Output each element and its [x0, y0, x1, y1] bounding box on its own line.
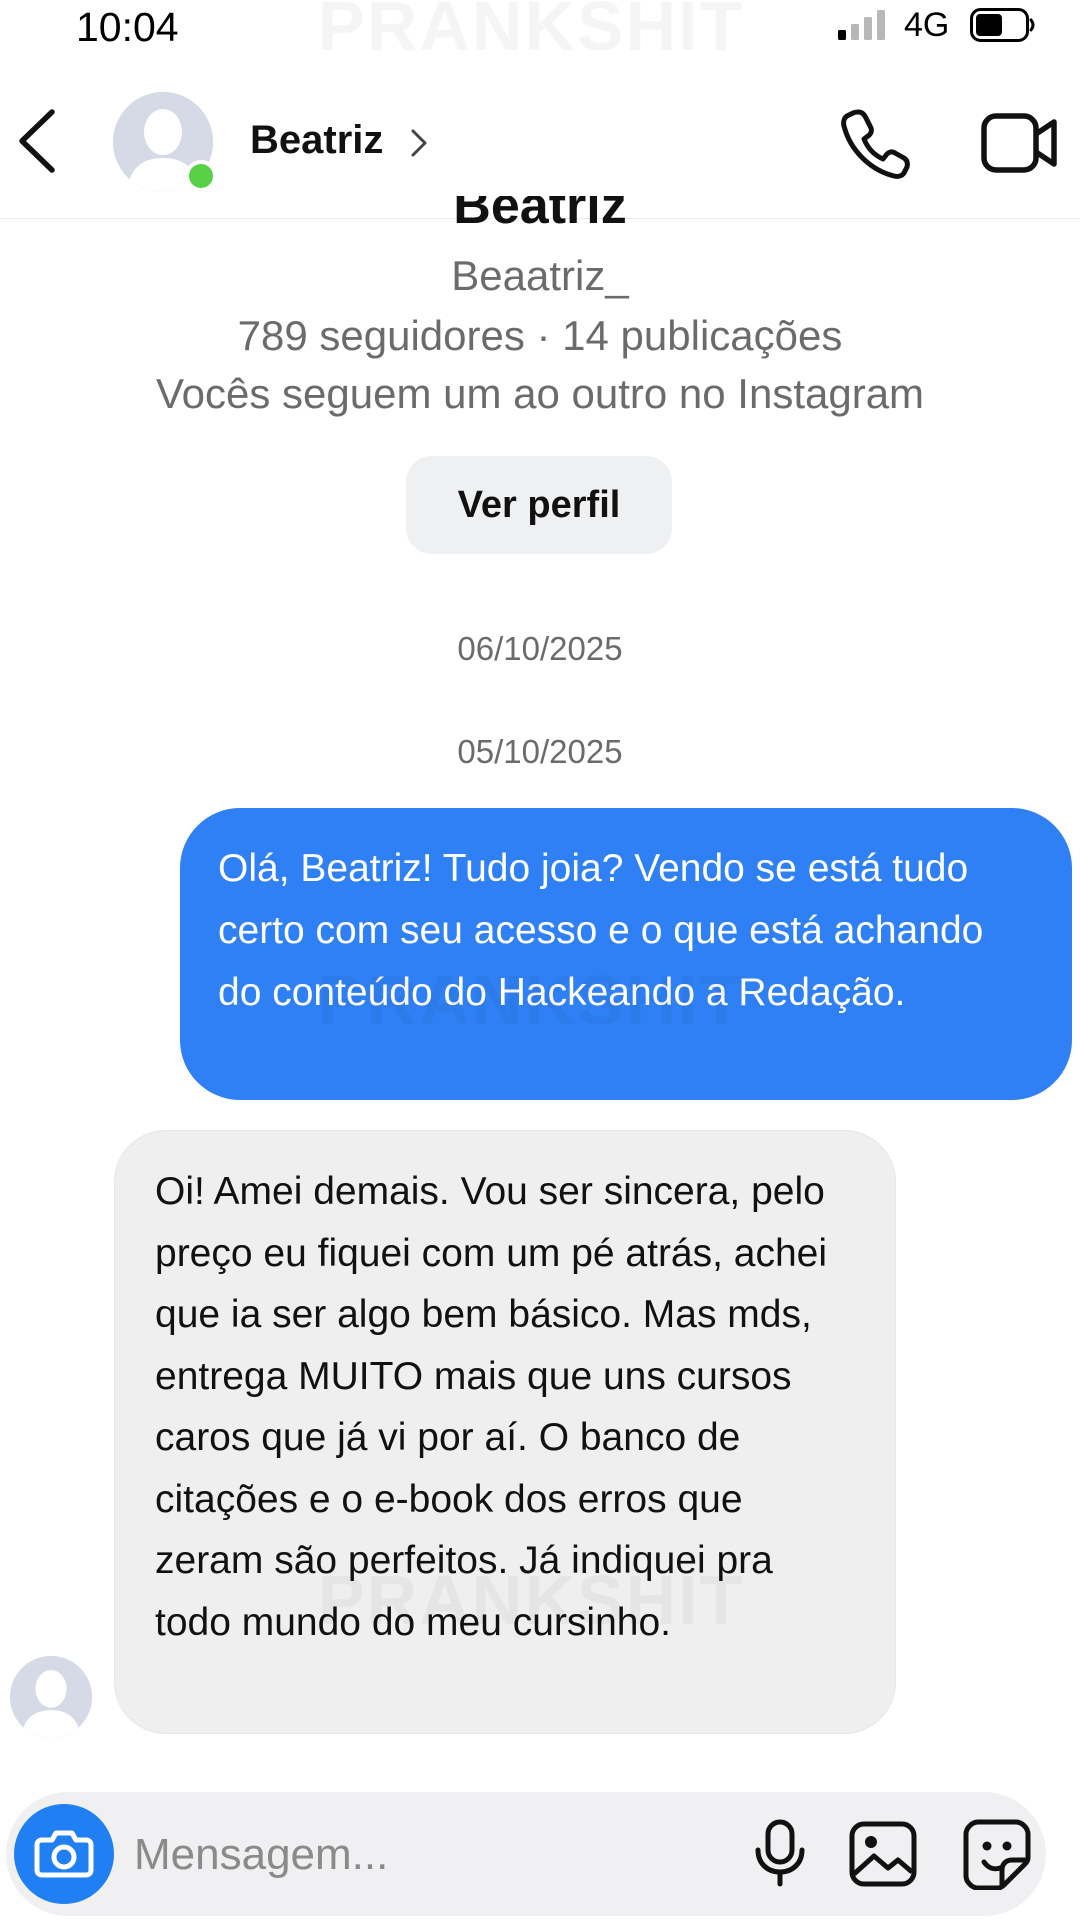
video-camera-icon[interactable]: [980, 108, 1060, 178]
date-separator: 06/10/2025: [457, 630, 623, 667]
sticker-icon[interactable]: [962, 1818, 1032, 1890]
mutual-follow-text: Vocês seguem um ao outro no Instagram: [155, 370, 925, 417]
camera-icon: [34, 1830, 94, 1878]
microphone-icon[interactable]: [750, 1818, 810, 1890]
battery-icon: [970, 8, 1035, 42]
watermark: PRANKSHIT: [318, 1560, 744, 1640]
back-chevron-icon[interactable]: [14, 106, 64, 176]
watermark: PRANKSHIT: [318, 0, 744, 66]
online-status-dot: [185, 160, 217, 192]
chevron-right-icon[interactable]: [408, 126, 430, 160]
profile-handle: Beaatriz_: [451, 252, 629, 299]
message-composer: [6, 1792, 1046, 1916]
status-time: 10:04: [76, 4, 179, 50]
view-profile-button[interactable]: Ver perfil: [406, 456, 672, 554]
network-type: 4G: [904, 6, 950, 44]
contact-avatar[interactable]: [113, 92, 217, 192]
date-separator: 05/10/2025: [457, 733, 623, 770]
default-avatar-icon: [10, 1656, 92, 1738]
sender-avatar[interactable]: [10, 1656, 92, 1738]
camera-button[interactable]: [14, 1804, 114, 1904]
profile-name: Beatriz: [453, 196, 627, 235]
incoming-message[interactable]: Oi! Amei demais. Vou ser sincera, pelo p…: [114, 1130, 896, 1734]
contact-name[interactable]: Beatriz: [250, 118, 383, 163]
phone-icon[interactable]: [838, 106, 912, 180]
gallery-icon[interactable]: [848, 1820, 918, 1888]
profile-stats: 789 seguidores · 14 publicações: [237, 312, 843, 359]
outgoing-message[interactable]: Olá, Beatriz! Tudo joia? Vendo se está t…: [180, 808, 1072, 1100]
watermark: PRANKSHIT: [318, 960, 744, 1040]
message-input[interactable]: [132, 1814, 696, 1896]
signal-strength-icon: [838, 10, 885, 40]
